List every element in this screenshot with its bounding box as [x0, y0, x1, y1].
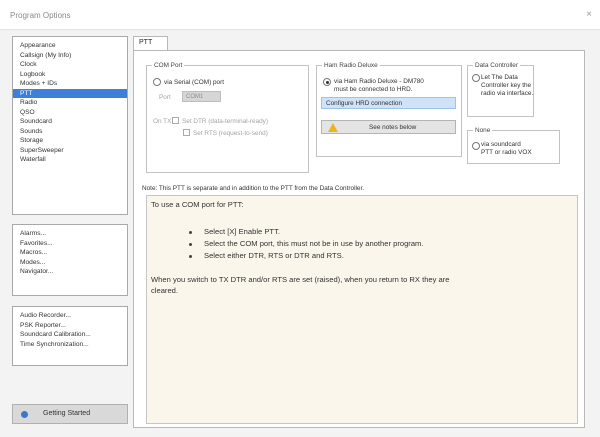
sidebar-item-storage[interactable]: Storage — [13, 136, 127, 146]
sidebar-item-audio-recorder[interactable]: Audio Recorder... — [13, 311, 127, 321]
sidebar-item-favorites[interactable]: Favorites... — [13, 239, 127, 249]
window-title: Program Options — [10, 11, 71, 20]
sidebar-item-appearance[interactable]: Appearance — [13, 41, 127, 51]
ptt-note: Note: This PTT is separate and in additi… — [142, 185, 365, 192]
com-port-radio-label: via Serial (COM) port — [164, 79, 225, 86]
help-intro: To use a COM port for PTT: — [151, 200, 244, 209]
port-input[interactable]: COM1 — [182, 91, 221, 102]
bullet-dot — [189, 243, 192, 246]
tab-ptt[interactable]: PTT — [133, 36, 168, 50]
sidebar-item-psk-reporter[interactable]: PSK Reporter... — [13, 321, 127, 331]
sidebar-item-modes[interactable]: Modes... — [13, 258, 127, 268]
hrd-radio-line1: via Ham Radio Deluxe - DM780 — [334, 78, 424, 85]
sidebar-item-navigator[interactable]: Navigator... — [13, 267, 127, 277]
data-controller-line3: radio via interface. — [481, 90, 534, 97]
configure-hrd-button[interactable]: Configure HRD connection — [321, 97, 456, 109]
see-notes-label: See notes below — [369, 124, 417, 131]
bullet-dot — [189, 255, 192, 258]
sidebar-item-time-sync[interactable]: Time Synchronization... — [13, 340, 127, 350]
sidebar-utilities-list: Audio Recorder... PSK Reporter... Soundc… — [12, 306, 128, 366]
data-controller-radio[interactable] — [472, 74, 480, 82]
hrd-title: Ham Radio Deluxe — [322, 62, 380, 69]
getting-started-button[interactable]: Getting Started — [12, 404, 128, 424]
help-bullet-3: Select either DTR, RTS or DTR and RTS. — [204, 251, 344, 260]
hrd-radio[interactable] — [323, 78, 331, 86]
sidebar-settings-list: Appearance Callsign (My Info) Clock Logb… — [12, 36, 128, 215]
globe-icon — [21, 411, 28, 418]
warning-icon — [328, 123, 338, 132]
none-line2: PTT or radio VOX — [481, 149, 532, 156]
on-tx-label: On TX — [153, 118, 172, 125]
sidebar-item-modes-ids[interactable]: Modes + IDs — [13, 79, 127, 89]
sidebar-tools-list: Alarms... Favorites... Macros... Modes..… — [12, 224, 128, 296]
bullet-dot — [189, 231, 192, 234]
data-controller-title: Data Controller — [473, 62, 520, 69]
title-bar: Program Options × — [0, 0, 600, 30]
com-port-radio[interactable] — [153, 78, 161, 86]
dtr-checkbox[interactable] — [172, 117, 179, 124]
sidebar-item-logbook[interactable]: Logbook — [13, 70, 127, 80]
program-options-window: Program Options × Appearance Callsign (M… — [0, 0, 600, 437]
com-port-group: COM Port via Serial (COM) port Port COM1… — [146, 62, 309, 173]
help-outro-line2: cleared. — [151, 286, 179, 295]
data-controller-line2: Controller key the — [481, 82, 532, 89]
sidebar-item-qso[interactable]: QSO — [13, 108, 127, 118]
data-controller-line1: Let The Data — [481, 74, 518, 81]
none-title: None — [473, 127, 493, 134]
see-notes-button[interactable]: See notes below — [321, 120, 456, 134]
close-icon[interactable]: × — [586, 10, 592, 20]
hrd-radio-line2: must be connected to HRD. — [334, 86, 413, 93]
help-bullet-2: Select the COM port, this must not be in… — [204, 239, 424, 248]
sidebar-item-sounds[interactable]: Sounds — [13, 127, 127, 137]
sidebar-item-ptt[interactable]: PTT — [13, 88, 127, 98]
none-radio[interactable] — [472, 142, 480, 150]
getting-started-label: Getting Started — [43, 410, 91, 417]
sidebar-item-clock[interactable]: Clock — [13, 60, 127, 70]
none-line1: via soundcard — [481, 141, 521, 148]
com-port-title: COM Port — [152, 62, 185, 69]
sidebar-item-waterfall[interactable]: Waterfall — [13, 155, 127, 165]
sidebar-item-supersweeper[interactable]: SuperSweeper — [13, 146, 127, 156]
help-bullet-1: Select [X] Enable PTT. — [204, 227, 280, 236]
sidebar-item-alarms[interactable]: Alarms... — [13, 229, 127, 239]
dtr-label: Set DTR (data-terminal-ready) — [182, 118, 268, 125]
sidebar-item-soundcard-calibration[interactable]: Soundcard Calibration... — [13, 330, 127, 340]
none-group: None via soundcard PTT or radio VOX — [467, 127, 560, 164]
data-controller-group: Data Controller Let The Data Controller … — [467, 62, 534, 117]
ham-radio-deluxe-group: Ham Radio Deluxe via Ham Radio Deluxe - … — [316, 62, 462, 157]
sidebar-item-callsign[interactable]: Callsign (My Info) — [13, 51, 127, 61]
sidebar-item-macros[interactable]: Macros... — [13, 248, 127, 258]
ptt-help-box: To use a COM port for PTT: Select [X] En… — [146, 195, 578, 424]
rts-label: Set RTS (request-to-send) — [193, 130, 268, 137]
port-label: Port — [159, 94, 171, 101]
rts-checkbox[interactable] — [183, 129, 190, 136]
sidebar-item-soundcard[interactable]: Soundcard — [13, 117, 127, 127]
help-outro-line1: When you switch to TX DTR and/or RTS are… — [151, 275, 450, 284]
sidebar-item-radio[interactable]: Radio — [13, 98, 127, 108]
